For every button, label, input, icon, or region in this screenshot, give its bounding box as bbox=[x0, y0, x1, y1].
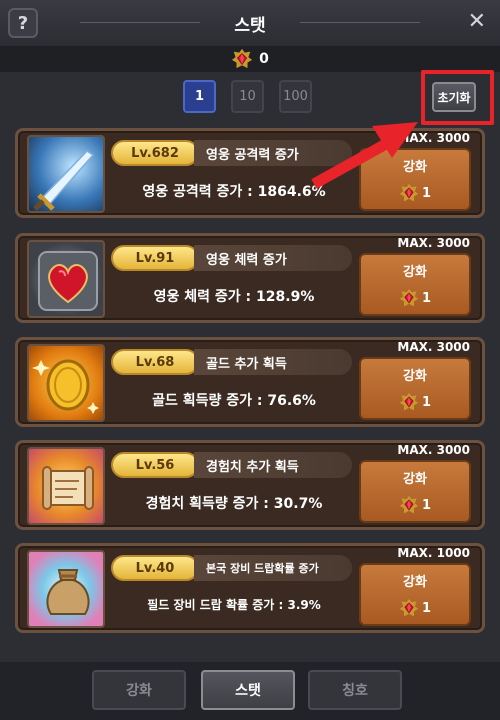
stat-card-drop-rate: Lv.40 본국 장비 드랍확률 증가 필드 장비 드랍 확률 증가 : 3.9… bbox=[15, 543, 485, 633]
ruby-gem-icon bbox=[399, 495, 419, 515]
ruby-gem-icon bbox=[399, 288, 419, 308]
stat-level: Lv.56 bbox=[111, 452, 199, 478]
tab-stats[interactable]: 스탯 bbox=[201, 670, 295, 710]
ruby-gem-icon bbox=[399, 598, 419, 618]
stat-name: 영웅 체력 증가 bbox=[194, 245, 352, 271]
currency-display: 0 bbox=[0, 46, 500, 72]
stat-effect: 영웅 체력 증가 : 128.9% bbox=[153, 289, 315, 305]
stat-effect: 경험치 획득량 증가 : 30.7% bbox=[145, 496, 323, 512]
upgrade-button[interactable]: 강화 1 bbox=[359, 563, 471, 626]
ruby-gem-icon bbox=[231, 48, 253, 70]
upgrade-button[interactable]: 강화 1 bbox=[359, 357, 471, 420]
header-bar: ? 스탯 ✕ bbox=[0, 0, 500, 47]
stat-card-experience: Lv.56 경험치 추가 획득 경험치 획득량 증가 : 30.7% MAX. … bbox=[15, 440, 485, 530]
upgrade-cost: 1 bbox=[361, 495, 469, 515]
stat-card-gold: Lv.68 골드 추가 획득 골드 획득량 증가 : 76.6% MAX. 30… bbox=[15, 337, 485, 427]
currency-value: 0 bbox=[259, 51, 269, 67]
page-title: 스탯 bbox=[234, 16, 266, 36]
stat-level: Lv.40 bbox=[111, 555, 199, 581]
upgrade-cost: 1 bbox=[361, 392, 469, 412]
stat-name: 경험치 추가 획득 bbox=[194, 452, 352, 478]
stat-effect: 골드 획득량 증가 : 76.6% bbox=[152, 393, 316, 409]
upgrade-button[interactable]: 강화 1 bbox=[359, 460, 471, 523]
tab-title[interactable]: 칭호 bbox=[308, 670, 402, 710]
gold-coin-icon bbox=[27, 344, 105, 422]
upgrade-cost-value: 1 bbox=[421, 290, 432, 306]
close-button[interactable]: ✕ bbox=[468, 9, 486, 34]
upgrade-cost: 1 bbox=[361, 598, 469, 618]
ruby-gem-icon bbox=[399, 392, 419, 412]
upgrade-label: 강화 bbox=[403, 575, 427, 590]
stat-level: Lv.682 bbox=[111, 140, 199, 166]
upgrade-button[interactable]: 강화 1 bbox=[359, 253, 471, 316]
stat-effect: 필드 장비 드랍 확률 증가 : 3.9% bbox=[147, 598, 321, 612]
stat-level: Lv.91 bbox=[111, 245, 199, 271]
heart-icon bbox=[27, 240, 105, 318]
upgrade-cost-value: 1 bbox=[421, 600, 432, 616]
upgrade-label: 강화 bbox=[403, 265, 427, 280]
stat-max-level: MAX. 3000 bbox=[397, 236, 470, 250]
stat-max-level: MAX. 3000 bbox=[397, 340, 470, 354]
multiplier-1-button[interactable]: 1 bbox=[183, 80, 216, 113]
multiplier-10-button[interactable]: 10 bbox=[231, 80, 264, 113]
scroll-icon bbox=[27, 447, 105, 525]
stat-max-level: MAX. 3000 bbox=[397, 443, 470, 457]
upgrade-cost-value: 1 bbox=[421, 497, 432, 513]
stat-name: 본국 장비 드랍확률 증가 bbox=[194, 555, 352, 581]
upgrade-label: 강화 bbox=[403, 369, 427, 384]
stat-max-level: MAX. 1000 bbox=[397, 546, 470, 560]
red-arrow-icon bbox=[311, 122, 418, 189]
tab-enhance[interactable]: 강화 bbox=[92, 670, 186, 710]
loot-bag-icon bbox=[27, 550, 105, 628]
upgrade-cost-value: 1 bbox=[421, 394, 432, 410]
sword-icon bbox=[27, 135, 105, 213]
stat-name: 골드 추가 획득 bbox=[194, 349, 352, 375]
title-divider-right bbox=[300, 22, 420, 23]
upgrade-label: 강화 bbox=[403, 472, 427, 487]
upgrade-cost: 1 bbox=[361, 288, 469, 308]
stat-card-health: Lv.91 영웅 체력 증가 영웅 체력 증가 : 128.9% MAX. 30… bbox=[15, 233, 485, 323]
stat-level: Lv.68 bbox=[111, 349, 199, 375]
